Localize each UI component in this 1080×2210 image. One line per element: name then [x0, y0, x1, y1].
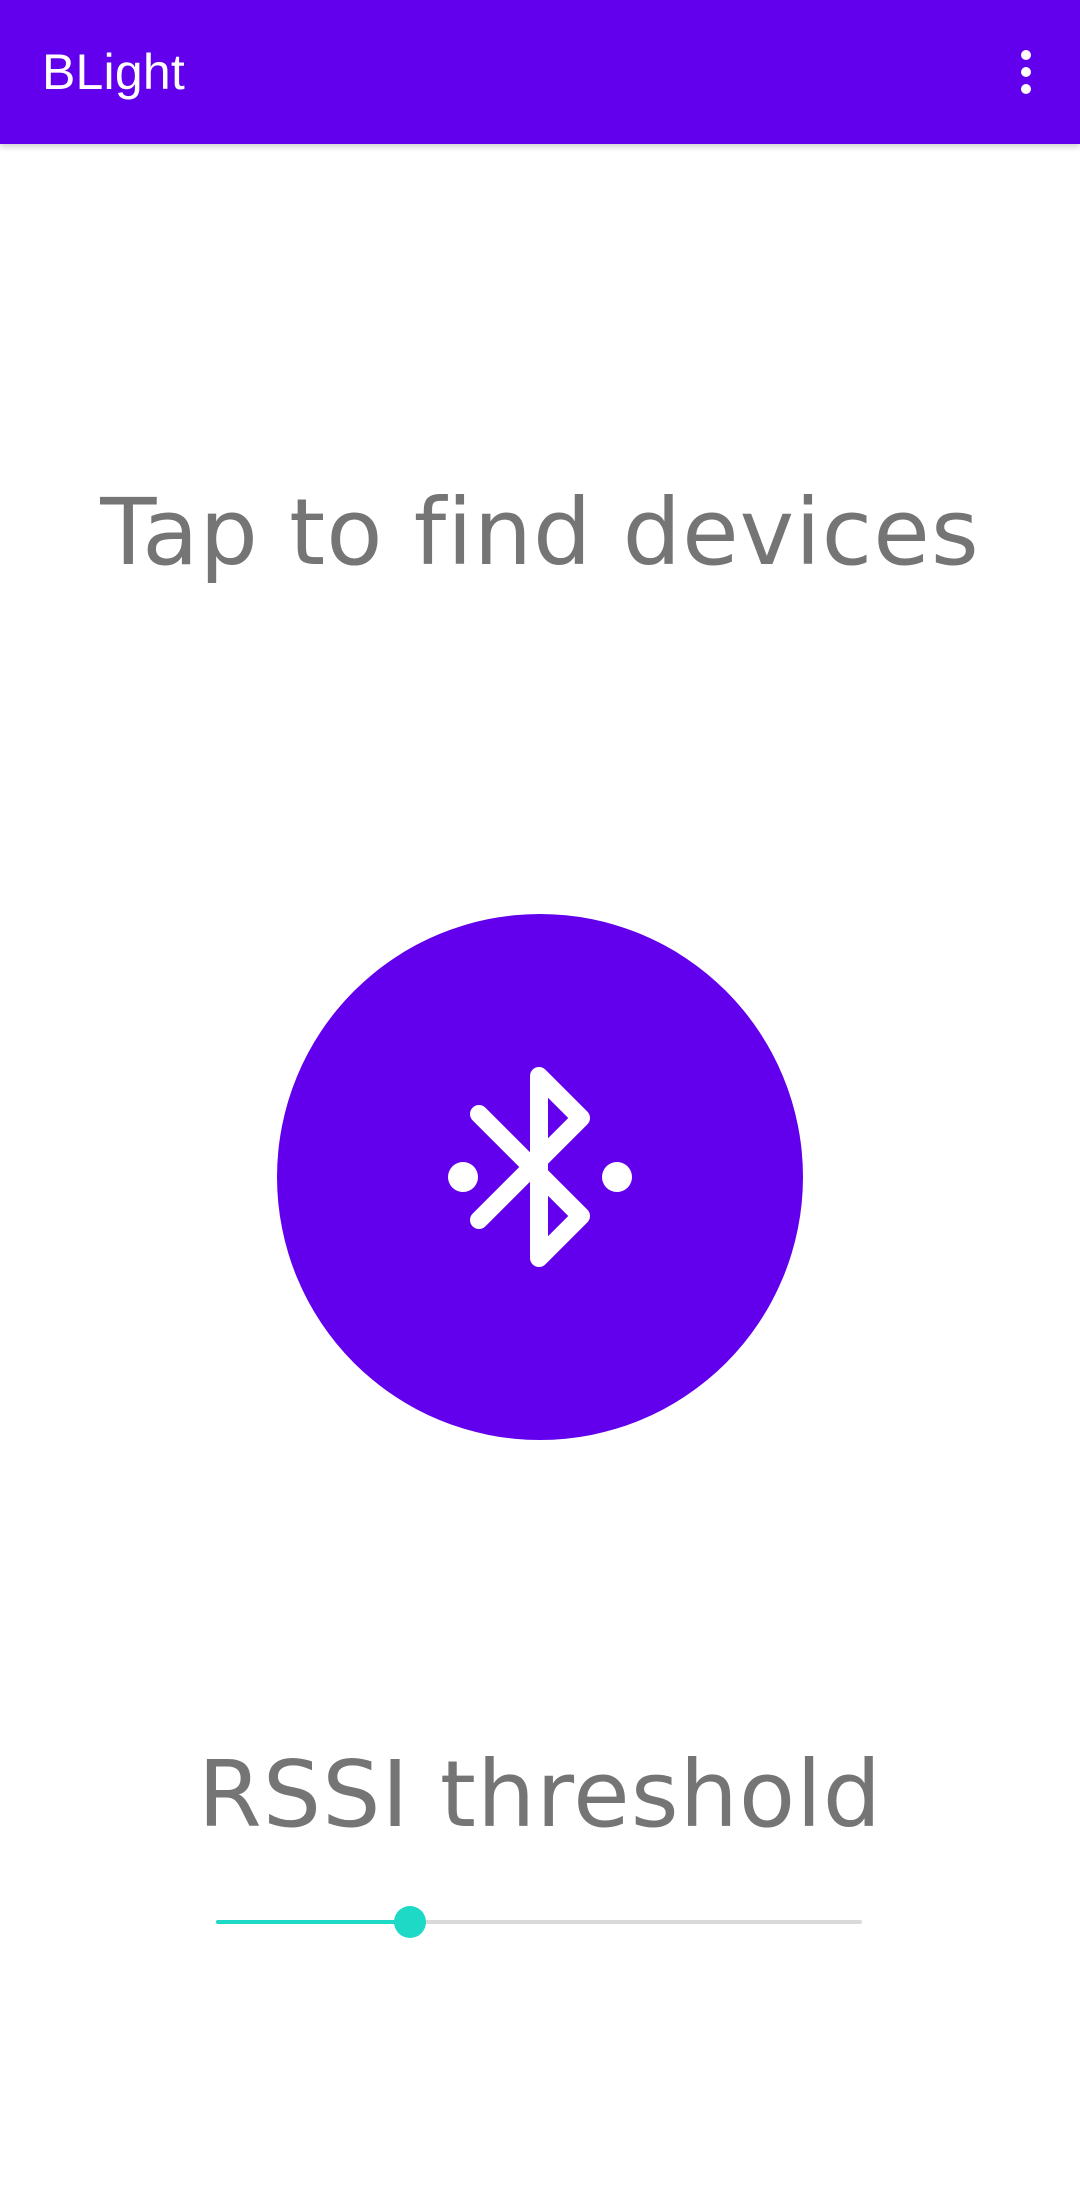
more-vert-icon-dot	[1021, 67, 1031, 77]
slider-active-track	[216, 1920, 410, 1924]
rssi-threshold-label: RSSI threshold	[197, 1741, 883, 1848]
scan-devices-button[interactable]	[277, 914, 803, 1440]
rssi-threshold-slider[interactable]	[216, 1896, 862, 1948]
bluetooth-searching-icon	[448, 1067, 632, 1267]
slider-thumb[interactable]	[394, 1906, 426, 1938]
app-bar: BLight	[0, 0, 1080, 144]
more-vert-icon-dot	[1021, 84, 1031, 94]
app-title: BLight	[42, 44, 185, 100]
overflow-menu-button[interactable]	[990, 36, 1062, 108]
more-vert-icon	[1021, 50, 1031, 60]
find-devices-prompt: Tap to find devices	[100, 479, 980, 586]
